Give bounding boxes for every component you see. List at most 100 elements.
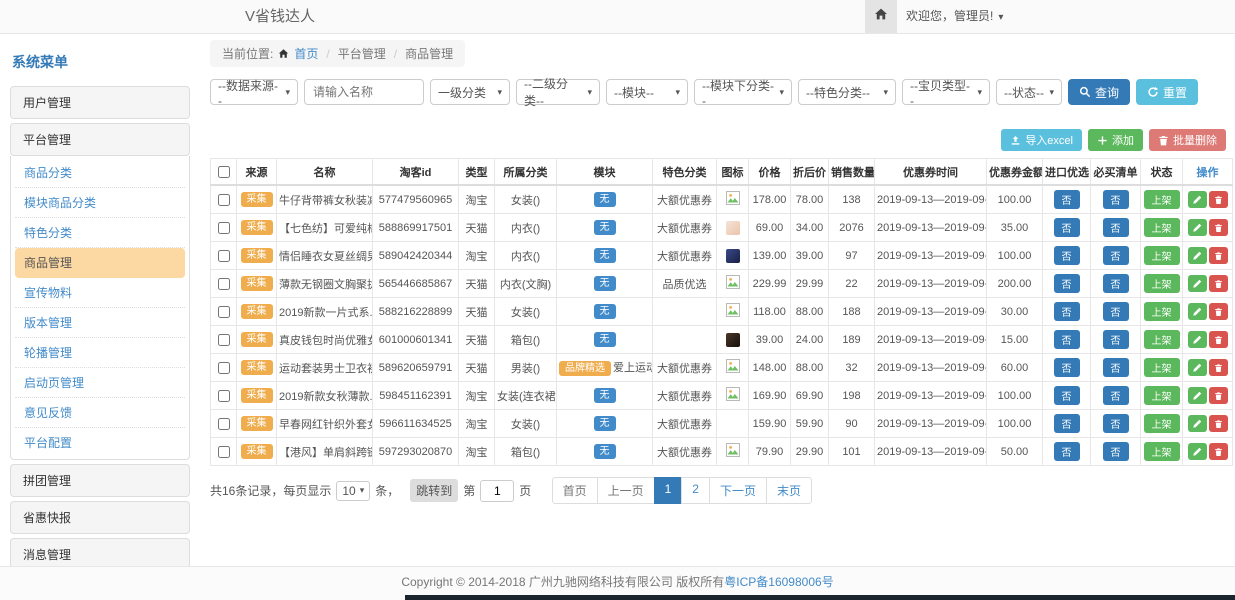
must-buy-toggle[interactable]: 否 <box>1103 190 1129 209</box>
sidebar-item[interactable]: 宣传物料 <box>15 278 185 308</box>
edit-button[interactable] <box>1188 331 1207 348</box>
must-buy-toggle[interactable]: 否 <box>1103 218 1129 237</box>
status-badge[interactable]: 上架 <box>1144 414 1180 433</box>
row-checkbox[interactable] <box>218 194 230 206</box>
sidebar-item[interactable]: 特色分类 <box>15 218 185 248</box>
must-buy-toggle[interactable]: 否 <box>1103 302 1129 321</box>
user-menu[interactable]: 欢迎您，管理员! <box>906 0 1003 34</box>
module-select[interactable]: --模块--▾ <box>606 79 688 105</box>
sidebar-item[interactable]: 用户管理 <box>10 86 190 119</box>
sidebar-item[interactable]: 轮播管理 <box>15 338 185 368</box>
status-badge[interactable]: 上架 <box>1144 190 1180 209</box>
row-checkbox[interactable] <box>218 222 230 234</box>
status-badge[interactable]: 上架 <box>1144 386 1180 405</box>
import-choice-toggle[interactable]: 否 <box>1054 442 1080 461</box>
sidebar-item[interactable]: 平台配置 <box>15 428 185 457</box>
import-choice-toggle[interactable]: 否 <box>1054 302 1080 321</box>
edit-button[interactable] <box>1188 415 1207 432</box>
import-choice-toggle[interactable]: 否 <box>1054 414 1080 433</box>
import-choice-toggle[interactable]: 否 <box>1054 330 1080 349</box>
row-checkbox[interactable] <box>218 250 230 262</box>
sidebar-item[interactable]: 意见反馈 <box>15 398 185 428</box>
status-badge[interactable]: 上架 <box>1144 442 1180 461</box>
row-checkbox[interactable] <box>218 306 230 318</box>
delete-button[interactable] <box>1209 303 1228 320</box>
row-checkbox[interactable] <box>218 334 230 346</box>
must-buy-toggle[interactable]: 否 <box>1103 358 1129 377</box>
delete-button[interactable] <box>1209 247 1228 264</box>
edit-button[interactable] <box>1188 191 1207 208</box>
must-buy-toggle[interactable]: 否 <box>1103 414 1129 433</box>
sidebar-item[interactable]: 省惠快报 <box>10 501 190 534</box>
per-page-select[interactable]: 10 ▾ <box>336 481 370 501</box>
must-buy-toggle[interactable]: 否 <box>1103 442 1129 461</box>
pager-item[interactable]: 2 <box>681 477 710 504</box>
row-checkbox[interactable] <box>218 278 230 290</box>
sidebar-item[interactable]: 消息管理 <box>10 538 190 566</box>
must-buy-toggle[interactable]: 否 <box>1103 274 1129 293</box>
breadcrumb-home-link[interactable]: 首页 <box>294 45 318 62</box>
edit-button[interactable] <box>1188 219 1207 236</box>
jump-button[interactable]: 跳转到 <box>410 479 458 502</box>
add-button[interactable]: 添加 <box>1088 129 1143 151</box>
row-checkbox[interactable] <box>218 446 230 458</box>
sidebar-item[interactable]: 启动页管理 <box>15 368 185 398</box>
delete-button[interactable] <box>1209 219 1228 236</box>
icp-link[interactable]: 粤ICP备16098006号 <box>724 575 833 589</box>
delete-button[interactable] <box>1209 191 1228 208</box>
status-badge[interactable]: 上架 <box>1144 218 1180 237</box>
feature-select[interactable]: --特色分类--▾ <box>798 79 896 105</box>
pager-item[interactable]: 上一页 <box>597 477 655 504</box>
name-input[interactable] <box>304 79 424 105</box>
sidebar-item[interactable]: 模块商品分类 <box>15 188 185 218</box>
batch-delete-button[interactable]: 批量删除 <box>1149 129 1226 151</box>
delete-button[interactable] <box>1209 443 1228 460</box>
must-buy-toggle[interactable]: 否 <box>1103 386 1129 405</box>
import-choice-toggle[interactable]: 否 <box>1054 190 1080 209</box>
edit-button[interactable] <box>1188 247 1207 264</box>
pager-item[interactable]: 首页 <box>552 477 598 504</box>
edit-button[interactable] <box>1188 443 1207 460</box>
import-choice-toggle[interactable]: 否 <box>1054 358 1080 377</box>
delete-button[interactable] <box>1209 415 1228 432</box>
item-type-select[interactable]: --宝贝类型--▾ <box>902 79 990 105</box>
must-buy-toggle[interactable]: 否 <box>1103 330 1129 349</box>
reset-button[interactable]: 重置 <box>1136 79 1198 105</box>
pager-item[interactable]: 1 <box>654 477 683 504</box>
row-checkbox[interactable] <box>218 390 230 402</box>
import-choice-toggle[interactable]: 否 <box>1054 218 1080 237</box>
sidebar-item[interactable]: 商品分类 <box>15 158 185 188</box>
category2-select[interactable]: --二级分类--▾ <box>516 79 600 105</box>
edit-button[interactable] <box>1188 387 1207 404</box>
sidebar-item[interactable]: 拼团管理 <box>10 464 190 497</box>
import-excel-button[interactable]: 导入excel <box>1001 129 1082 151</box>
delete-button[interactable] <box>1209 331 1228 348</box>
data-source-select[interactable]: --数据来源--▾ <box>210 79 298 105</box>
status-badge[interactable]: 上架 <box>1144 358 1180 377</box>
import-choice-toggle[interactable]: 否 <box>1054 386 1080 405</box>
page-number-input[interactable] <box>480 480 514 502</box>
home-shortcut-button[interactable] <box>865 0 897 33</box>
sidebar-item[interactable]: 平台管理 <box>10 123 190 156</box>
import-choice-toggle[interactable]: 否 <box>1054 274 1080 293</box>
edit-button[interactable] <box>1188 303 1207 320</box>
delete-button[interactable] <box>1209 359 1228 376</box>
import-choice-toggle[interactable]: 否 <box>1054 246 1080 265</box>
status-badge[interactable]: 上架 <box>1144 302 1180 321</box>
select-all-checkbox[interactable] <box>218 166 230 178</box>
row-checkbox[interactable] <box>218 418 230 430</box>
delete-button[interactable] <box>1209 275 1228 292</box>
pager-item[interactable]: 下一页 <box>709 477 767 504</box>
edit-button[interactable] <box>1188 359 1207 376</box>
status-badge[interactable]: 上架 <box>1144 246 1180 265</box>
sidebar-item[interactable]: 版本管理 <box>15 308 185 338</box>
status-badge[interactable]: 上架 <box>1144 330 1180 349</box>
pager-item[interactable]: 末页 <box>766 477 812 504</box>
edit-button[interactable] <box>1188 275 1207 292</box>
row-checkbox[interactable] <box>218 362 230 374</box>
must-buy-toggle[interactable]: 否 <box>1103 246 1129 265</box>
module-sub-select[interactable]: --模块下分类--▾ <box>694 79 792 105</box>
status-badge[interactable]: 上架 <box>1144 274 1180 293</box>
delete-button[interactable] <box>1209 387 1228 404</box>
category1-select[interactable]: 一级分类▾ <box>430 79 510 105</box>
